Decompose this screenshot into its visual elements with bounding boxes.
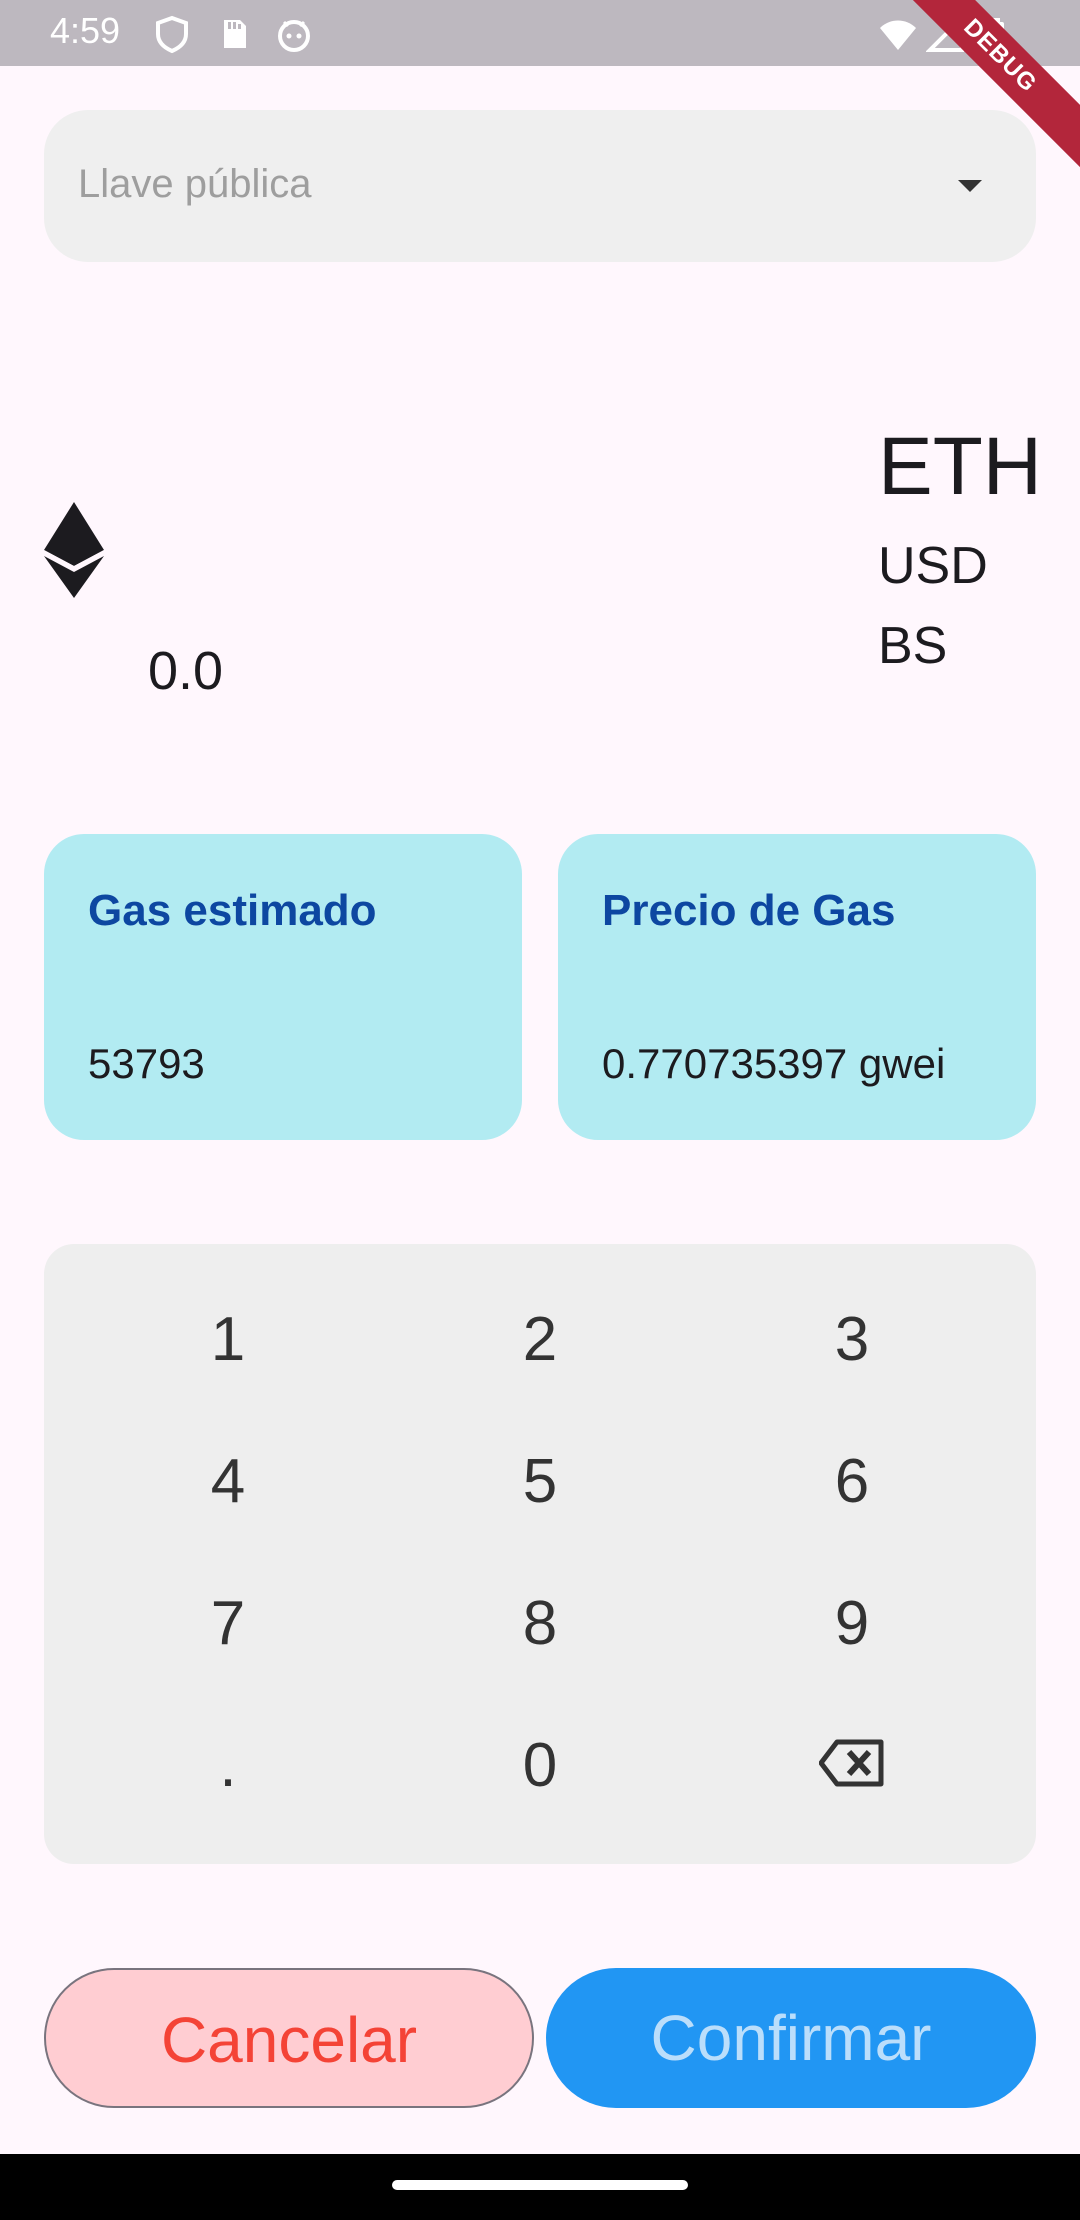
ethereum-icon <box>44 502 104 598</box>
gas-estimate-label: Gas estimado <box>88 886 377 935</box>
navigation-bar <box>0 2154 1080 2220</box>
home-gesture-handle[interactable] <box>392 2180 688 2190</box>
key-0[interactable]: 0 <box>440 1706 640 1826</box>
gas-price-card: Precio de Gas 0.770735397 gwei <box>558 834 1036 1140</box>
dropdown-arrow-icon <box>958 180 982 192</box>
key-backspace[interactable] <box>752 1706 952 1826</box>
key-2[interactable]: 2 <box>440 1280 640 1400</box>
numeric-keypad: 1 2 3 4 5 6 7 8 9 . 0 <box>44 1244 1036 1864</box>
status-bar: 4:59 <box>0 0 1080 66</box>
cancel-button[interactable]: Cancelar <box>44 1968 534 2108</box>
shield-icon <box>156 15 188 54</box>
gas-estimate-card: Gas estimado 53793 <box>44 834 522 1140</box>
key-4[interactable]: 4 <box>128 1422 328 1542</box>
currency-usd[interactable]: USD <box>878 536 988 596</box>
key-6[interactable]: 6 <box>752 1422 952 1542</box>
currency-bs[interactable]: BS <box>878 616 947 676</box>
gas-estimate-value: 53793 <box>88 1040 205 1087</box>
key-1[interactable]: 1 <box>128 1280 328 1400</box>
key-9[interactable]: 9 <box>752 1564 952 1684</box>
confirm-button[interactable]: Confirmar <box>546 1968 1036 2108</box>
gas-price-value: 0.770735397 gwei <box>602 1040 946 1087</box>
amount-value: 0.0 <box>148 641 224 701</box>
public-key-dropdown[interactable]: Llave pública <box>44 110 1036 262</box>
android-head-icon <box>278 20 310 52</box>
key-3[interactable]: 3 <box>752 1280 952 1400</box>
key-decimal[interactable]: . <box>128 1706 328 1826</box>
key-7[interactable]: 7 <box>128 1564 328 1684</box>
sd-card-icon <box>224 20 246 48</box>
currency-eth[interactable]: ETH <box>878 420 1042 514</box>
status-time: 4:59 <box>50 10 121 51</box>
wifi-icon <box>880 20 916 50</box>
key-8[interactable]: 8 <box>440 1564 640 1684</box>
public-key-placeholder: Llave pública <box>78 162 312 206</box>
key-5[interactable]: 5 <box>440 1422 640 1542</box>
gas-price-label: Precio de Gas <box>602 886 896 935</box>
backspace-icon <box>818 1739 884 1787</box>
